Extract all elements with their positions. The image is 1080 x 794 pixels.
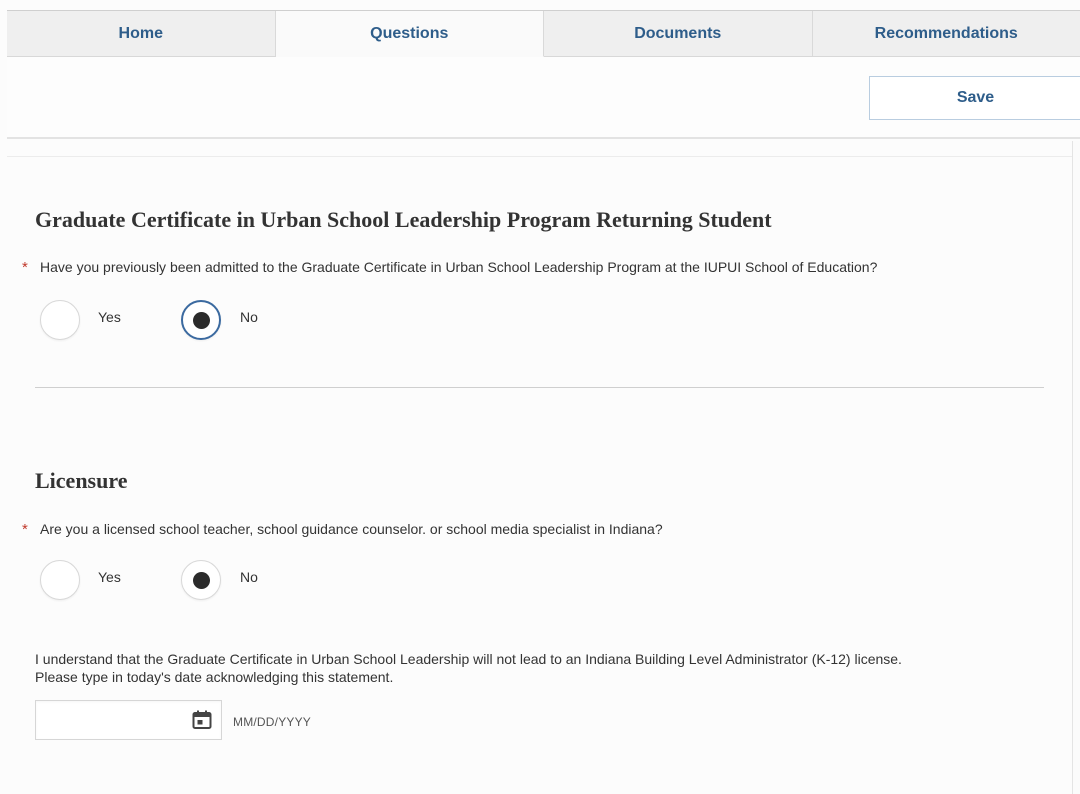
radio-previously-admitted-yes[interactable]	[40, 300, 80, 340]
acknowledgement-line-1: I understand that the Graduate Certifica…	[35, 651, 902, 667]
radio-label-no: No	[240, 309, 258, 325]
tab-documents[interactable]: Documents	[544, 11, 813, 56]
date-format-hint: MM/DD/YYYY	[233, 715, 312, 729]
radio-selected-dot	[192, 571, 210, 589]
radio-label-no: No	[240, 569, 258, 585]
acknowledgement-date-field[interactable]	[35, 700, 222, 740]
section-divider	[35, 387, 1044, 388]
radio-licensed-yes[interactable]	[40, 560, 80, 600]
radio-licensed-no[interactable]	[181, 560, 221, 600]
question-previously-admitted: * Have you previously been admitted to t…	[22, 259, 877, 276]
question-licensed-teacher: * Are you a licensed school teacher, sch…	[22, 521, 663, 538]
section-title-licensure: Licensure	[35, 468, 128, 493]
scrollbar[interactable]	[1072, 141, 1080, 794]
radio-previously-admitted-no[interactable]	[181, 300, 221, 340]
radio-selected-dot	[192, 311, 210, 329]
date-input[interactable]	[36, 701, 186, 739]
acknowledgement-text: I understand that the Graduate Certifica…	[35, 650, 1045, 686]
save-button[interactable]: Save	[869, 76, 1080, 120]
required-marker: *	[22, 259, 28, 276]
tab-bar: Home Questions Documents Recommendations	[7, 10, 1080, 57]
section-title-returning-student: Graduate Certificate in Urban School Lea…	[35, 207, 772, 232]
acknowledgement-line-2: Please type in today's date acknowledgin…	[35, 669, 394, 685]
question-text: Are you a licensed school teacher, schoo…	[40, 521, 663, 537]
calendar-icon[interactable]	[191, 709, 213, 731]
radio-label-yes: Yes	[98, 309, 121, 325]
toolbar-divider	[7, 156, 1080, 157]
question-text: Have you previously been admitted to the…	[40, 259, 878, 275]
tab-questions[interactable]: Questions	[275, 11, 544, 57]
required-marker: *	[22, 521, 28, 538]
tab-home[interactable]: Home	[7, 11, 276, 56]
tab-recommendations[interactable]: Recommendations	[812, 11, 1080, 56]
radio-label-yes: Yes	[98, 569, 121, 585]
toolbar: Save	[7, 57, 1080, 139]
